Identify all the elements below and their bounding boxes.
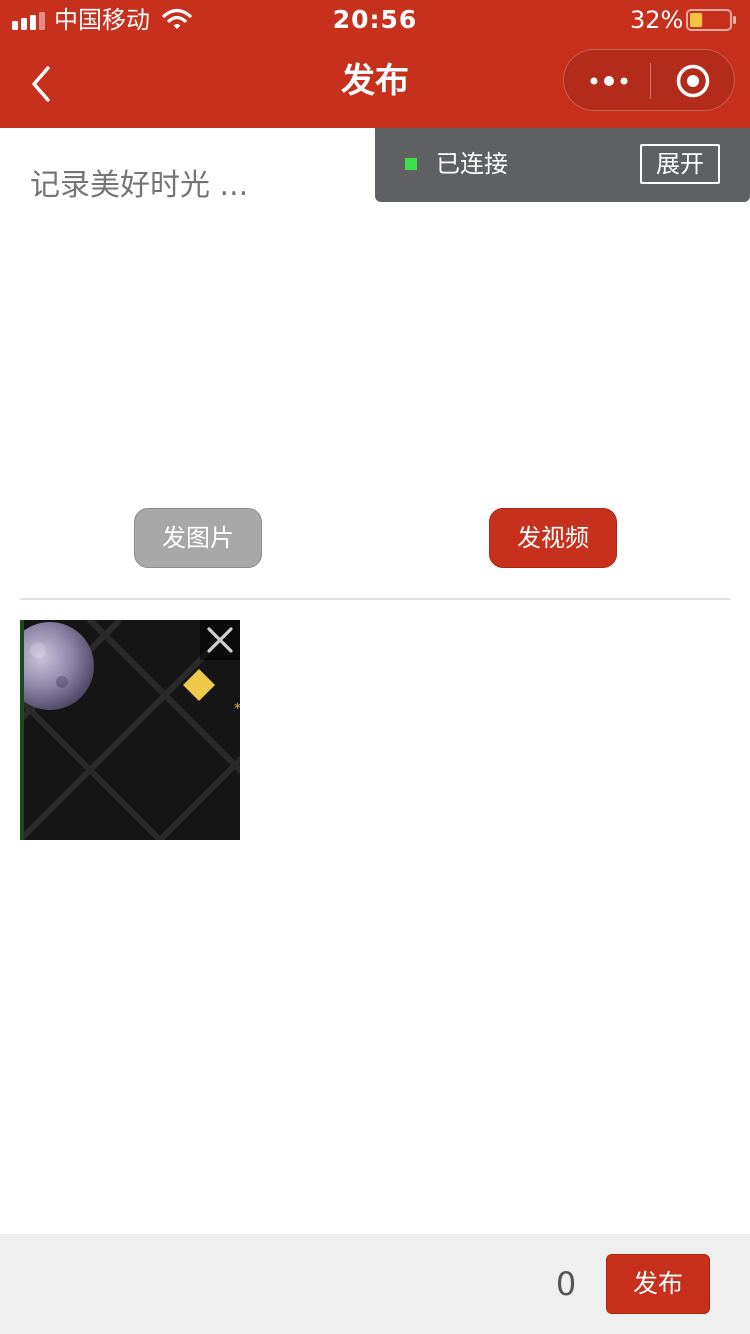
more-menu-button[interactable] <box>564 50 650 110</box>
character-count: 0 <box>555 1265 577 1303</box>
post-text-input[interactable] <box>30 160 370 210</box>
mini-program-capsule <box>563 49 735 111</box>
battery-percent: 32% <box>630 6 684 34</box>
svg-text:*: * <box>234 701 240 717</box>
chevron-left-icon <box>32 66 50 102</box>
back-button[interactable] <box>24 62 60 106</box>
bottom-action-bar: 0 发布 <box>0 1234 750 1334</box>
post-image-button[interactable]: 发图片 <box>134 508 262 568</box>
top-header: 中国移动 20:56 32% 发布 <box>0 0 750 128</box>
navigation-bar: 发布 <box>0 40 750 128</box>
remove-media-button[interactable] <box>200 620 240 660</box>
section-divider <box>20 598 730 600</box>
publish-button[interactable]: 发布 <box>606 1254 710 1314</box>
connection-status-panel: 已连接 展开 <box>375 128 750 202</box>
more-dots-icon <box>590 76 628 86</box>
close-mini-program-button[interactable] <box>651 50 736 110</box>
close-icon <box>207 627 233 653</box>
battery-icon <box>686 9 736 31</box>
post-video-button[interactable]: 发视频 <box>489 508 617 568</box>
connection-status-text: 已连接 <box>436 150 508 178</box>
status-bar: 中国移动 20:56 32% <box>0 0 750 40</box>
target-circle-icon <box>676 64 710 98</box>
expand-button[interactable]: 展开 <box>640 144 720 184</box>
connection-indicator <box>405 158 417 170</box>
media-thumbnail[interactable]: * <box>20 620 240 840</box>
